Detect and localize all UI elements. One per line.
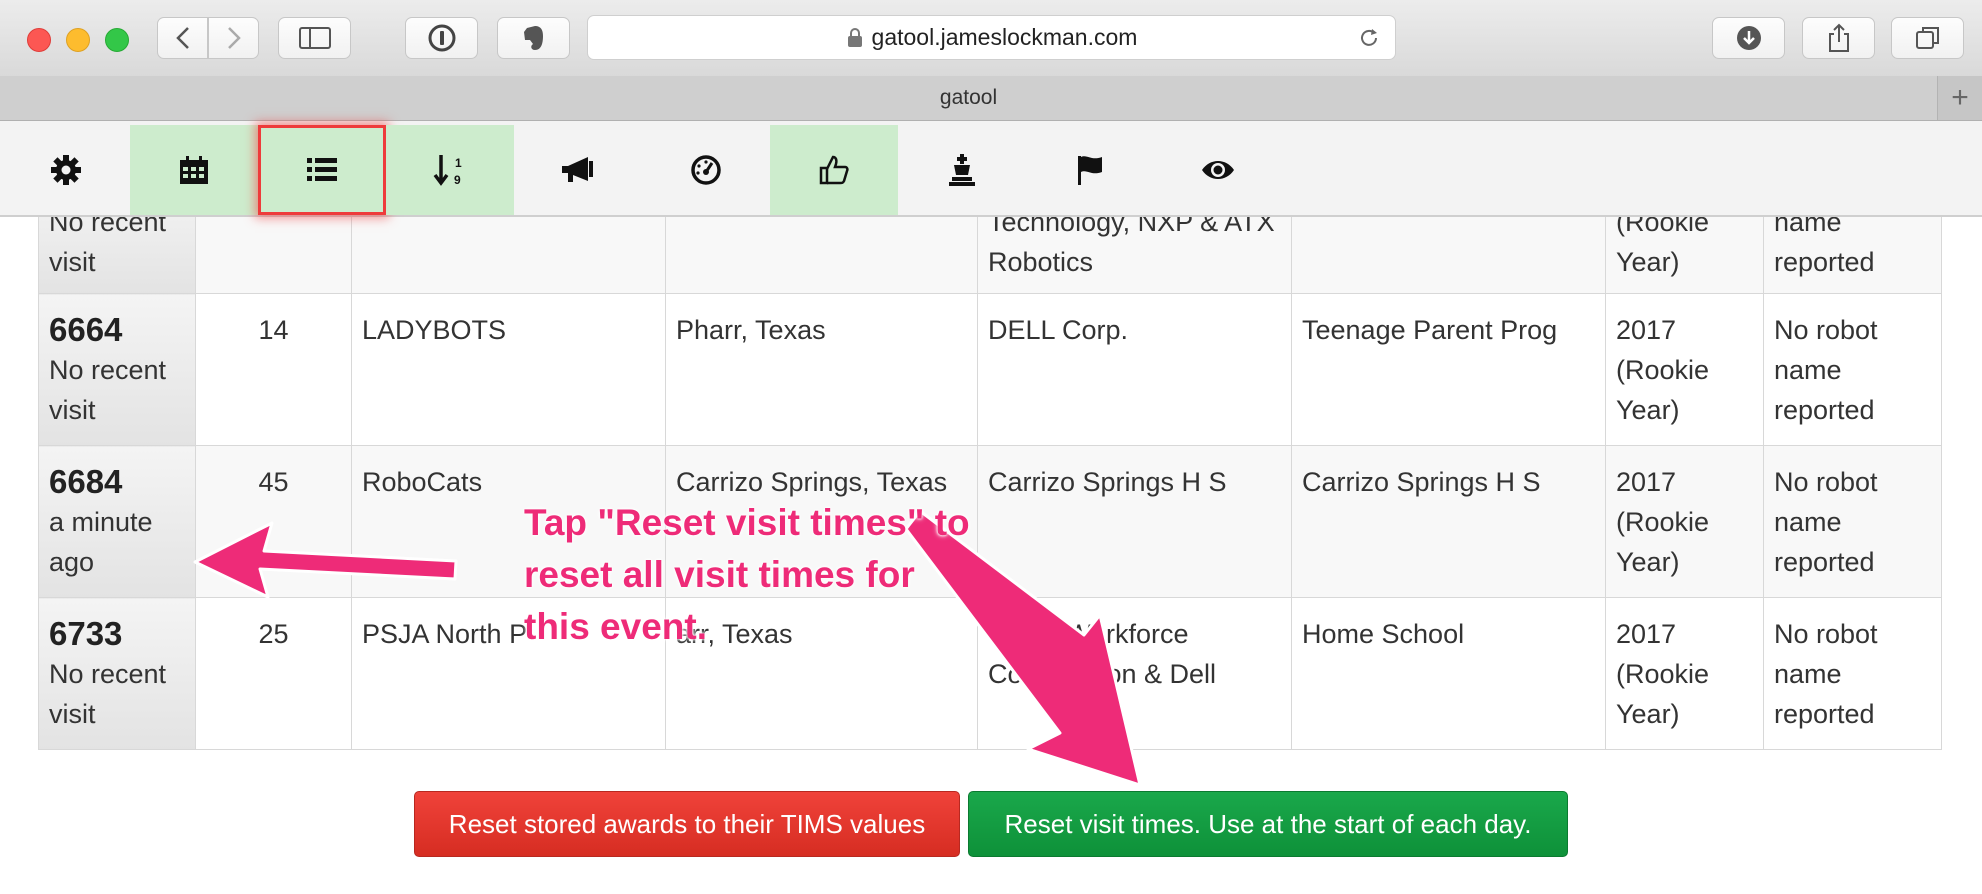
teams-list-tab[interactable] [258, 125, 386, 215]
minimize-window-button[interactable] [66, 28, 90, 52]
play-by-play-tab[interactable] [642, 125, 770, 215]
alliance-selection-tab[interactable] [770, 125, 898, 215]
announce-tab[interactable] [514, 125, 642, 215]
address-bar[interactable]: gatool.jameslockman.com [587, 15, 1396, 60]
sidebar-toggle-button[interactable] [278, 17, 351, 59]
reload-icon[interactable] [1357, 26, 1381, 50]
new-tab-button[interactable]: + [1937, 76, 1982, 120]
annotation-callout: Tap "Reset visit times" to reset all vis… [524, 497, 1124, 653]
zoom-window-button[interactable] [105, 28, 129, 52]
flag-icon [1078, 156, 1102, 185]
elephant-icon [523, 26, 543, 50]
lock-icon [847, 27, 862, 47]
forward-button[interactable] [208, 17, 259, 59]
megaphone-icon [562, 157, 593, 182]
download-icon [1736, 26, 1761, 50]
url-text: gatool.jameslockman.com [871, 24, 1138, 50]
browser-titlebar: gatool.jameslockman.com [0, 0, 1982, 77]
tabs-icon [1915, 27, 1939, 49]
chevron-right-icon [227, 27, 241, 49]
chevron-left-icon [175, 27, 189, 49]
flag-tab[interactable] [1026, 125, 1154, 215]
tabs-overview-button[interactable] [1891, 17, 1964, 59]
calendar-icon [180, 156, 208, 184]
annotation-line: reset all visit times for [524, 554, 915, 595]
show-hide-tab[interactable] [1154, 125, 1282, 215]
tab-title: gatool [939, 86, 998, 109]
arrow-left-annotation [193, 521, 458, 599]
gear-icon [51, 155, 81, 185]
rankings-tab[interactable]: 1 9 [386, 125, 514, 215]
close-window-button[interactable] [27, 28, 51, 52]
tab-gatool[interactable]: gatool [0, 76, 1937, 120]
back-button[interactable] [157, 17, 208, 59]
svg-text:1: 1 [455, 156, 462, 170]
share-icon [1828, 23, 1849, 52]
dashboard-icon [691, 155, 721, 185]
eye-icon [1202, 161, 1234, 179]
sidebar-icon [298, 27, 331, 49]
plus-icon: + [1951, 81, 1969, 114]
thumbs-up-icon [819, 155, 849, 185]
team-list-view: No recent visit Technology, NXP & ATX Ro… [0, 217, 1982, 894]
schedule-tab[interactable] [130, 125, 258, 215]
svg-text:9: 9 [454, 173, 461, 187]
list-icon [307, 158, 337, 181]
downloads-button[interactable] [1712, 17, 1785, 59]
password-extension-button[interactable] [405, 17, 478, 59]
share-button[interactable] [1802, 17, 1875, 59]
sort-numeric-icon: 1 9 [433, 155, 462, 187]
awards-tab[interactable] [898, 125, 1026, 215]
key-circle-icon [428, 24, 455, 52]
app-toolbar: 1 9 [0, 121, 1982, 217]
annotation-line: Tap "Reset visit times" to [524, 502, 970, 543]
tab-bar: gatool + [0, 76, 1982, 121]
settings-tab[interactable] [2, 125, 130, 215]
trophy-icon [949, 154, 975, 186]
evernote-extension-button[interactable] [497, 17, 570, 59]
annotation-line: this event. [524, 606, 707, 647]
